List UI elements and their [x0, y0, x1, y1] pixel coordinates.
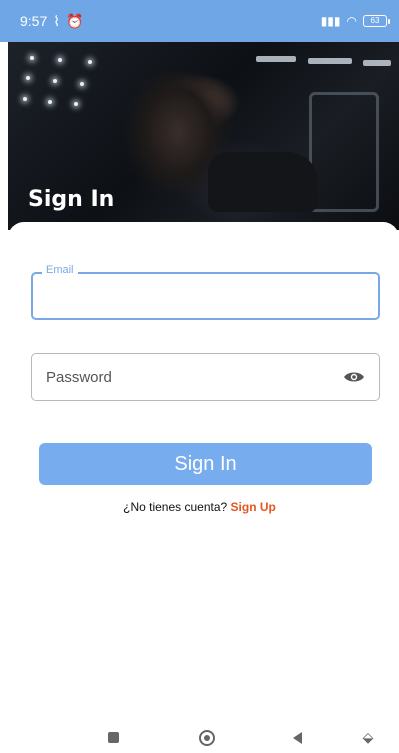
alarm-icon: ⏰	[66, 12, 84, 29]
battery-level: 63	[370, 16, 380, 25]
battery-icon: 63	[363, 15, 390, 27]
sign-up-link[interactable]: Sign Up	[231, 500, 276, 514]
ceiling-light	[48, 100, 52, 104]
page-title: Sign In	[28, 187, 115, 212]
ceiling-light	[26, 76, 30, 80]
navigation-bar: ⬙	[0, 722, 399, 753]
status-time: 9:57	[20, 13, 48, 29]
signup-prompt: ¿No tienes cuenta?	[123, 500, 231, 514]
email-label: Email	[42, 264, 78, 276]
status-left: 9:57 ⌇ ⏰	[20, 13, 84, 30]
ceiling-lamp	[308, 58, 352, 64]
ceiling-light	[88, 60, 92, 64]
gym-machine	[309, 92, 379, 212]
status-bar: 9:57 ⌇ ⏰ ▮▮▮ ◠ 63	[0, 0, 399, 42]
ceiling-light	[30, 56, 34, 60]
athlete-shorts	[208, 152, 318, 212]
ceiling-light	[23, 97, 27, 101]
eye-icon[interactable]	[343, 370, 365, 384]
password-placeholder: Password	[46, 368, 112, 386]
recents-square-icon[interactable]	[103, 722, 123, 753]
status-right: ▮▮▮ ◠ 63	[320, 14, 390, 28]
ceiling-light	[58, 58, 62, 62]
ceiling-light	[80, 82, 84, 86]
vpn-icon: ⌇	[53, 12, 61, 29]
nav-collapse-icon[interactable]: ⬙	[358, 722, 378, 753]
signal-icon: ▮▮▮	[320, 14, 341, 28]
back-triangle-icon[interactable]	[287, 722, 307, 753]
phone-screen: 9:57 ⌇ ⏰ ▮▮▮ ◠ 63 Sign In Email Password…	[0, 0, 399, 753]
email-field[interactable]	[31, 272, 380, 320]
hero-image: Sign In	[8, 42, 399, 230]
home-circle-icon[interactable]	[196, 722, 218, 753]
wifi-icon: ◠	[346, 14, 357, 28]
signup-row: ¿No tienes cuenta? Sign Up	[0, 500, 399, 514]
ceiling-light	[53, 79, 57, 83]
ceiling-lamp	[256, 56, 296, 62]
sign-in-button[interactable]: Sign In	[39, 443, 372, 485]
ceiling-lamp	[363, 60, 391, 66]
password-field[interactable]: Password	[31, 353, 380, 401]
ceiling-light	[74, 102, 78, 106]
